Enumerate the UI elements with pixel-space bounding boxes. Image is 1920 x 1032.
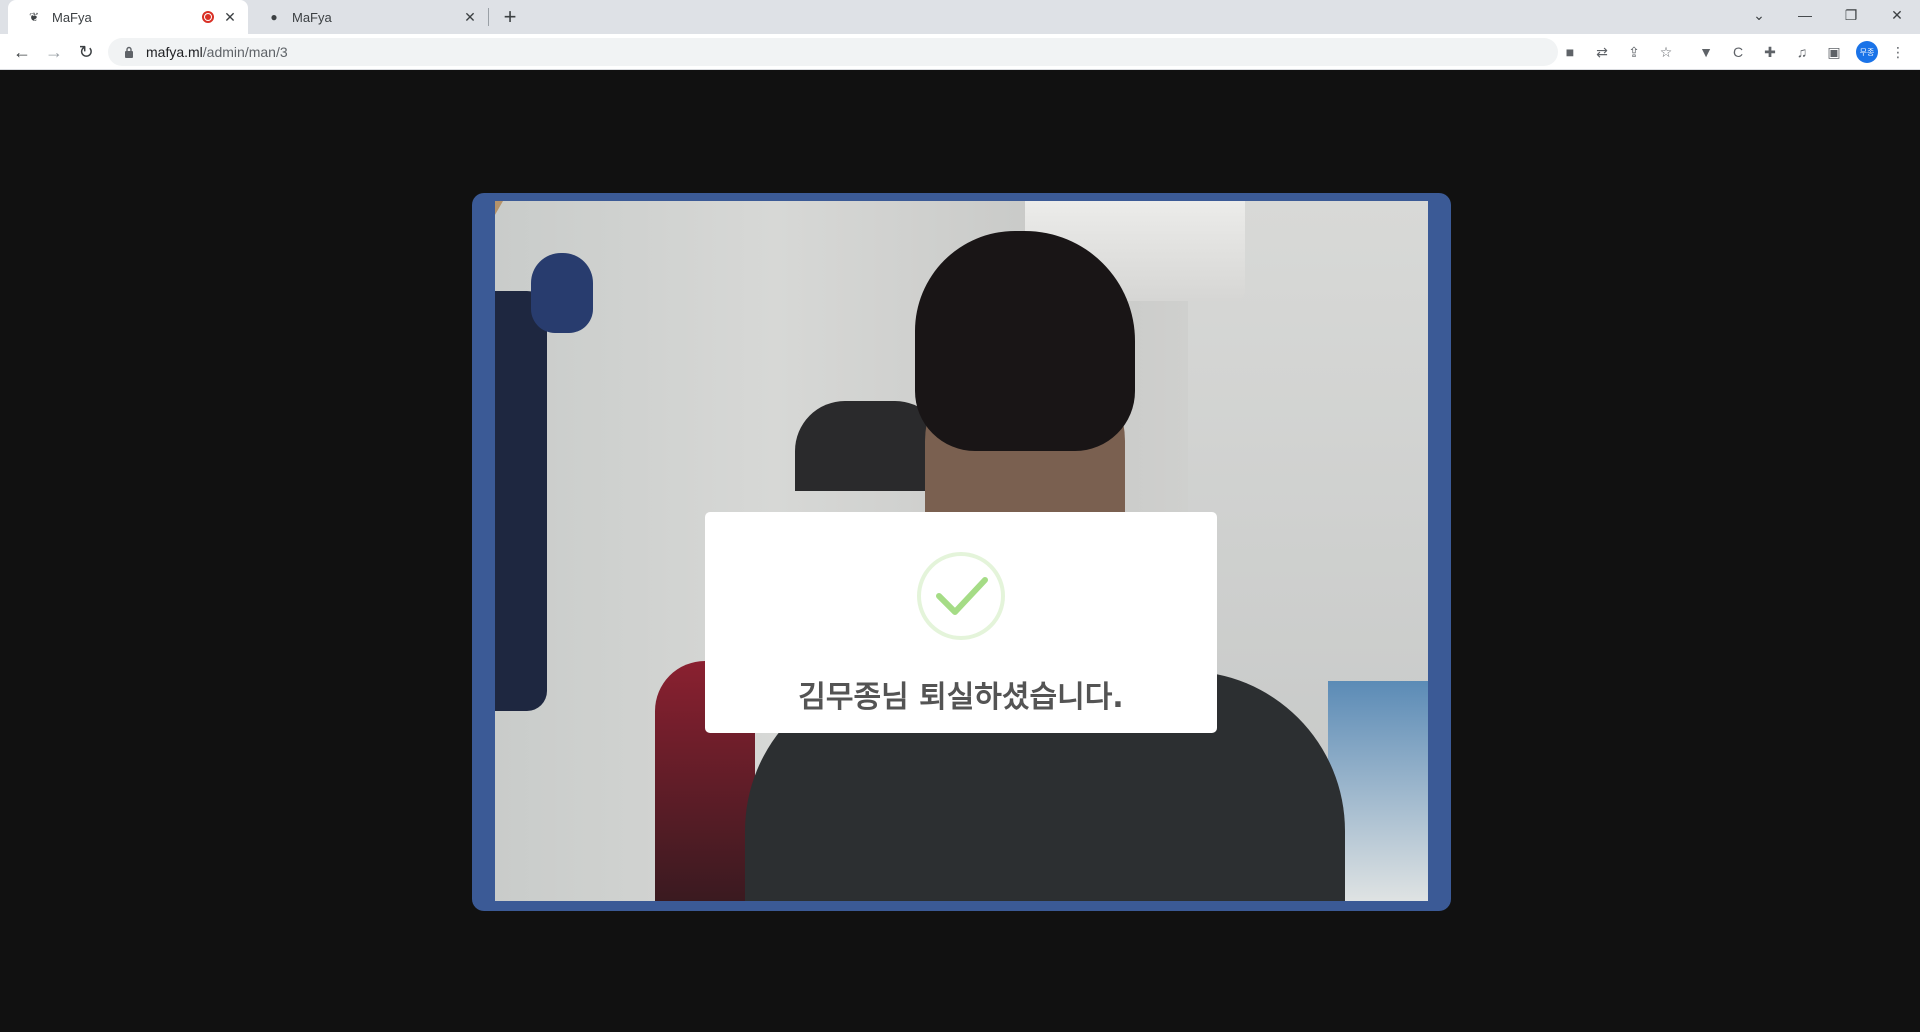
url-host: mafya.ml <box>146 44 203 60</box>
bookmark-star-icon[interactable]: ☆ <box>1656 42 1676 62</box>
close-tab-icon[interactable]: ✕ <box>222 9 238 25</box>
extension-c-icon[interactable]: C <box>1728 42 1748 62</box>
tab-title: MaFya <box>292 9 332 25</box>
lock-icon[interactable] <box>122 45 136 59</box>
modal-title: 김무종님 퇴실하셨습니다. <box>798 680 1124 715</box>
profile-avatar[interactable]: 무종 <box>1856 41 1878 63</box>
share-icon[interactable]: ⇪ <box>1624 42 1644 62</box>
minimize-button[interactable]: — <box>1782 0 1828 30</box>
mafya-logo-icon: ❦ <box>28 10 40 24</box>
alert-modal: 김무종님 퇴실하셨습니다. <box>705 512 1217 733</box>
url-path: /admin/man/3 <box>202 44 288 60</box>
tab-mafya[interactable]: ● MaFya ✕ <box>248 0 488 34</box>
success-check-icon <box>917 552 1005 640</box>
side-panel-icon[interactable]: ▣ <box>1824 42 1844 62</box>
recording-indicator-icon <box>202 11 214 23</box>
tab-separator <box>488 8 489 26</box>
forward-button[interactable]: → <box>42 40 66 64</box>
back-button[interactable]: ← <box>10 40 34 64</box>
tab-strip: ❦ MaFya ✕ ● MaFya ✕ + ⌄ — ❐ ✕ <box>0 0 1920 34</box>
video-person-hair <box>915 231 1135 451</box>
video-jacket <box>495 291 547 711</box>
close-window-button[interactable]: ✕ <box>1874 0 1920 30</box>
reload-button[interactable]: ↻ <box>74 40 98 64</box>
tab-title: MaFya <box>52 9 92 25</box>
extension-v-icon[interactable]: ▼ <box>1696 42 1716 62</box>
menu-dots-icon[interactable]: ⋮ <box>1888 42 1908 62</box>
tab-search-icon[interactable]: ⌄ <box>1736 0 1782 30</box>
address-bar[interactable]: mafya.ml/admin/man/3 <box>108 38 1558 66</box>
restore-button[interactable]: ❐ <box>1828 0 1874 30</box>
translate-icon[interactable]: ⇄ <box>1592 42 1612 62</box>
video-cap <box>531 253 593 333</box>
close-tab-icon[interactable]: ✕ <box>462 9 478 25</box>
new-tab-button[interactable]: + <box>498 4 522 29</box>
media-queue-icon[interactable]: ♫ <box>1792 42 1812 62</box>
extensions-puzzle-icon[interactable]: ✚ <box>1760 42 1780 62</box>
camera-icon[interactable]: ■ <box>1560 42 1580 62</box>
tab-mafya-active[interactable]: ❦ MaFya ✕ <box>8 0 248 34</box>
page-content: 김무종님 퇴실하셨습니다. <box>0 71 1920 1032</box>
browser-toolbar: ← → ↻ mafya.ml/admin/man/3 ■ ⇄ ⇪ ☆ ▼ C ✚… <box>0 34 1920 70</box>
globe-icon: ● <box>270 10 278 24</box>
